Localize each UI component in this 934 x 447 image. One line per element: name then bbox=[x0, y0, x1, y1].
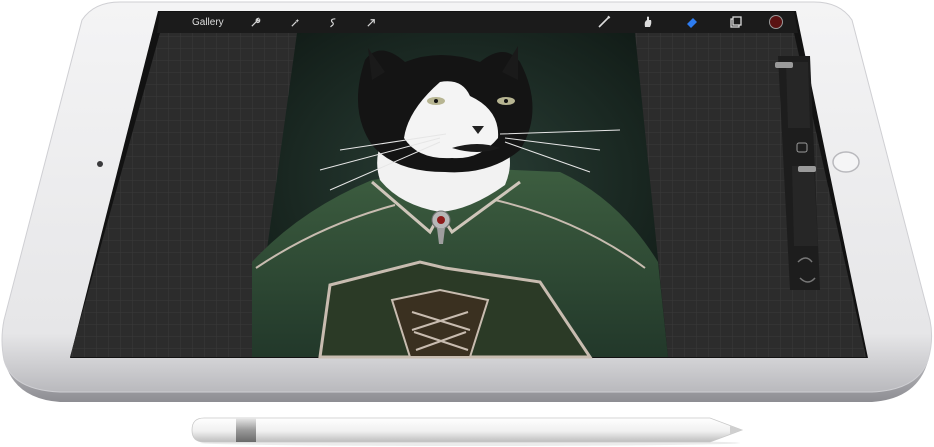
opacity-handle[interactable] bbox=[798, 166, 816, 172]
color-swatch-icon[interactable] bbox=[768, 14, 784, 30]
magic-wand-icon[interactable] bbox=[288, 14, 304, 30]
toolbar-left: Gallery bbox=[176, 13, 380, 31]
eraser-icon[interactable] bbox=[684, 14, 700, 30]
gallery-button[interactable]: Gallery bbox=[192, 17, 224, 28]
brush-icon[interactable] bbox=[596, 14, 612, 30]
stage: Gallery bbox=[0, 0, 934, 447]
transform-arrow-icon[interactable] bbox=[364, 14, 380, 30]
opacity-slider[interactable] bbox=[792, 166, 818, 246]
screen bbox=[70, 12, 866, 359]
apple-pencil bbox=[191, 417, 744, 446]
brush-size-handle[interactable] bbox=[775, 62, 793, 68]
artwork-canvas[interactable] bbox=[252, 33, 668, 359]
toolbar-right bbox=[596, 13, 784, 31]
wrench-icon[interactable] bbox=[248, 14, 264, 30]
layers-icon[interactable] bbox=[728, 14, 744, 30]
brush-size-slider[interactable] bbox=[786, 62, 810, 128]
selection-icon[interactable] bbox=[326, 14, 342, 30]
smudge-icon[interactable] bbox=[640, 14, 656, 30]
